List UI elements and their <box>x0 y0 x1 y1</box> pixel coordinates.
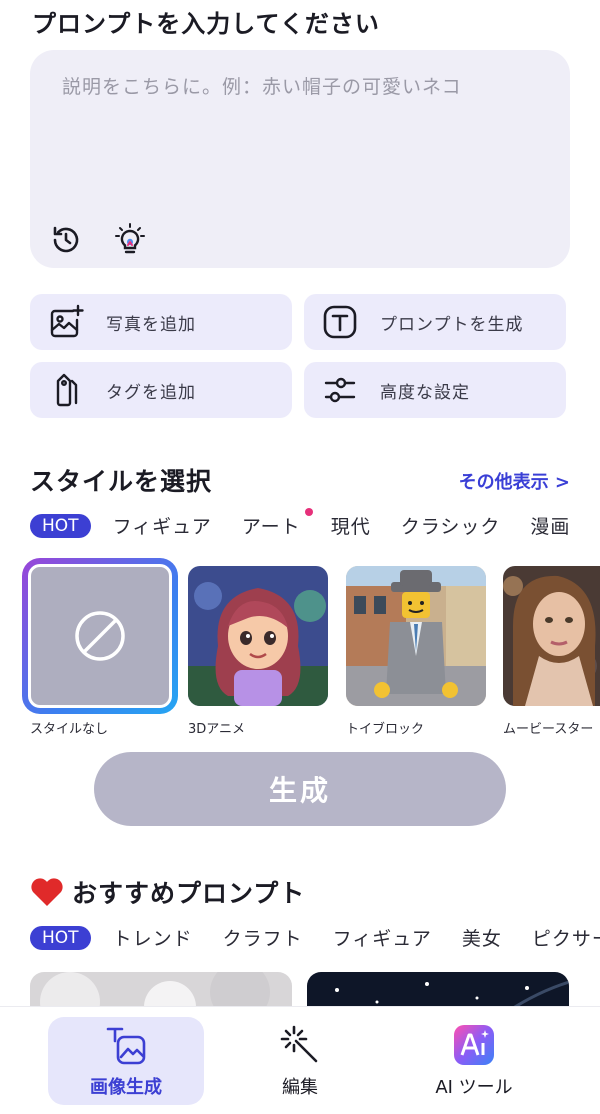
style-movie-star-label: ムービースター <box>503 722 594 737</box>
recommend-tab-hot[interactable]: HOT <box>30 925 91 950</box>
heart-icon <box>31 878 63 906</box>
movie-star-thumbnail <box>503 566 600 706</box>
recommend-tab-beauty[interactable]: 美女 <box>462 924 502 951</box>
recommend-tab-figure[interactable]: フィギュア <box>333 924 432 951</box>
sliders-icon <box>320 370 360 410</box>
style-tab-art-label: アート <box>241 516 301 538</box>
recommend-section-title: おすすめプロンプト <box>30 874 305 910</box>
advanced-settings-label: 高度な設定 <box>380 382 470 403</box>
recommend-title-label: おすすめプロンプト <box>72 879 306 908</box>
recommend-tab-pixar[interactable]: ピクサー <box>532 924 600 951</box>
generate-prompt-label: プロンプトを生成 <box>380 314 524 335</box>
nav-ai-tools-label: AI ツール <box>435 1077 513 1098</box>
style-tab-figure[interactable]: フィギュア <box>113 512 212 539</box>
prompt-placeholder: 説明をこちらに。例：赤い帽子の可愛いネコ <box>62 76 462 98</box>
notification-dot <box>304 508 313 516</box>
tag-icon <box>46 370 86 410</box>
style-3d-anime-card[interactable] <box>188 566 328 706</box>
history-icon[interactable] <box>48 222 84 258</box>
add-photo-button[interactable]: 写真を追加 <box>30 294 292 350</box>
style-none-thumbnail <box>28 564 172 708</box>
style-tab-hot[interactable]: HOT <box>30 513 91 538</box>
3d-anime-thumbnail <box>188 566 328 706</box>
lightbulb-icon[interactable] <box>112 222 148 258</box>
text-icon <box>320 302 360 342</box>
style-toy-block-card[interactable] <box>346 566 486 706</box>
toy-block-thumbnail <box>346 566 486 706</box>
style-tab-art[interactable]: アート <box>241 508 313 539</box>
nav-edit-label: 編集 <box>282 1077 318 1098</box>
recommend-tab-trend[interactable]: トレンド <box>113 924 193 951</box>
style-none-label: スタイルなし <box>30 722 109 737</box>
ai-icon <box>452 1023 496 1067</box>
add-tag-button[interactable]: タグを追加 <box>30 362 292 418</box>
style-tabs: HOT フィギュア アート 現代 クラシック 漫画 <box>30 508 600 539</box>
generate-prompt-button[interactable]: プロンプトを生成 <box>304 294 566 350</box>
no-style-icon <box>75 611 125 661</box>
style-section-title: スタイルを選択 <box>30 467 213 496</box>
nav-edit[interactable]: 編集 <box>222 1017 378 1105</box>
bottom-nav: 画像生成 編集 AI ツール <box>0 1006 600 1114</box>
style-none-card[interactable] <box>22 558 178 714</box>
nav-ai-tools[interactable]: AI ツール <box>396 1017 552 1105</box>
text-to-image-icon <box>104 1023 148 1067</box>
nav-image-generate[interactable]: 画像生成 <box>48 1017 204 1105</box>
advanced-settings-button[interactable]: 高度な設定 <box>304 362 566 418</box>
magic-wand-icon <box>278 1023 322 1067</box>
recommend-tabs: HOT トレンド クラフト フィギュア 美女 ピクサー <box>30 924 600 951</box>
add-image-icon <box>46 302 86 342</box>
style-3d-anime-label: 3Dアニメ <box>188 722 246 737</box>
style-tab-modern[interactable]: 現代 <box>331 512 371 539</box>
style-tab-classic[interactable]: クラシック <box>401 512 501 539</box>
prompt-title: プロンプトを入力してください <box>32 10 380 38</box>
style-toy-block-label: トイブロック <box>346 722 425 737</box>
prompt-input[interactable]: 説明をこちらに。例：赤い帽子の可愛いネコ <box>30 50 570 268</box>
style-tab-manga[interactable]: 漫画 <box>530 512 570 539</box>
show-more-link[interactable]: その他表示 > <box>459 468 570 494</box>
add-photo-label: 写真を追加 <box>106 314 196 335</box>
add-tag-label: タグを追加 <box>106 382 196 403</box>
generate-button[interactable]: 生成 <box>94 752 506 826</box>
nav-image-generate-label: 画像生成 <box>90 1077 162 1098</box>
style-movie-star-card[interactable] <box>503 566 600 706</box>
recommend-tab-craft[interactable]: クラフト <box>223 924 303 951</box>
